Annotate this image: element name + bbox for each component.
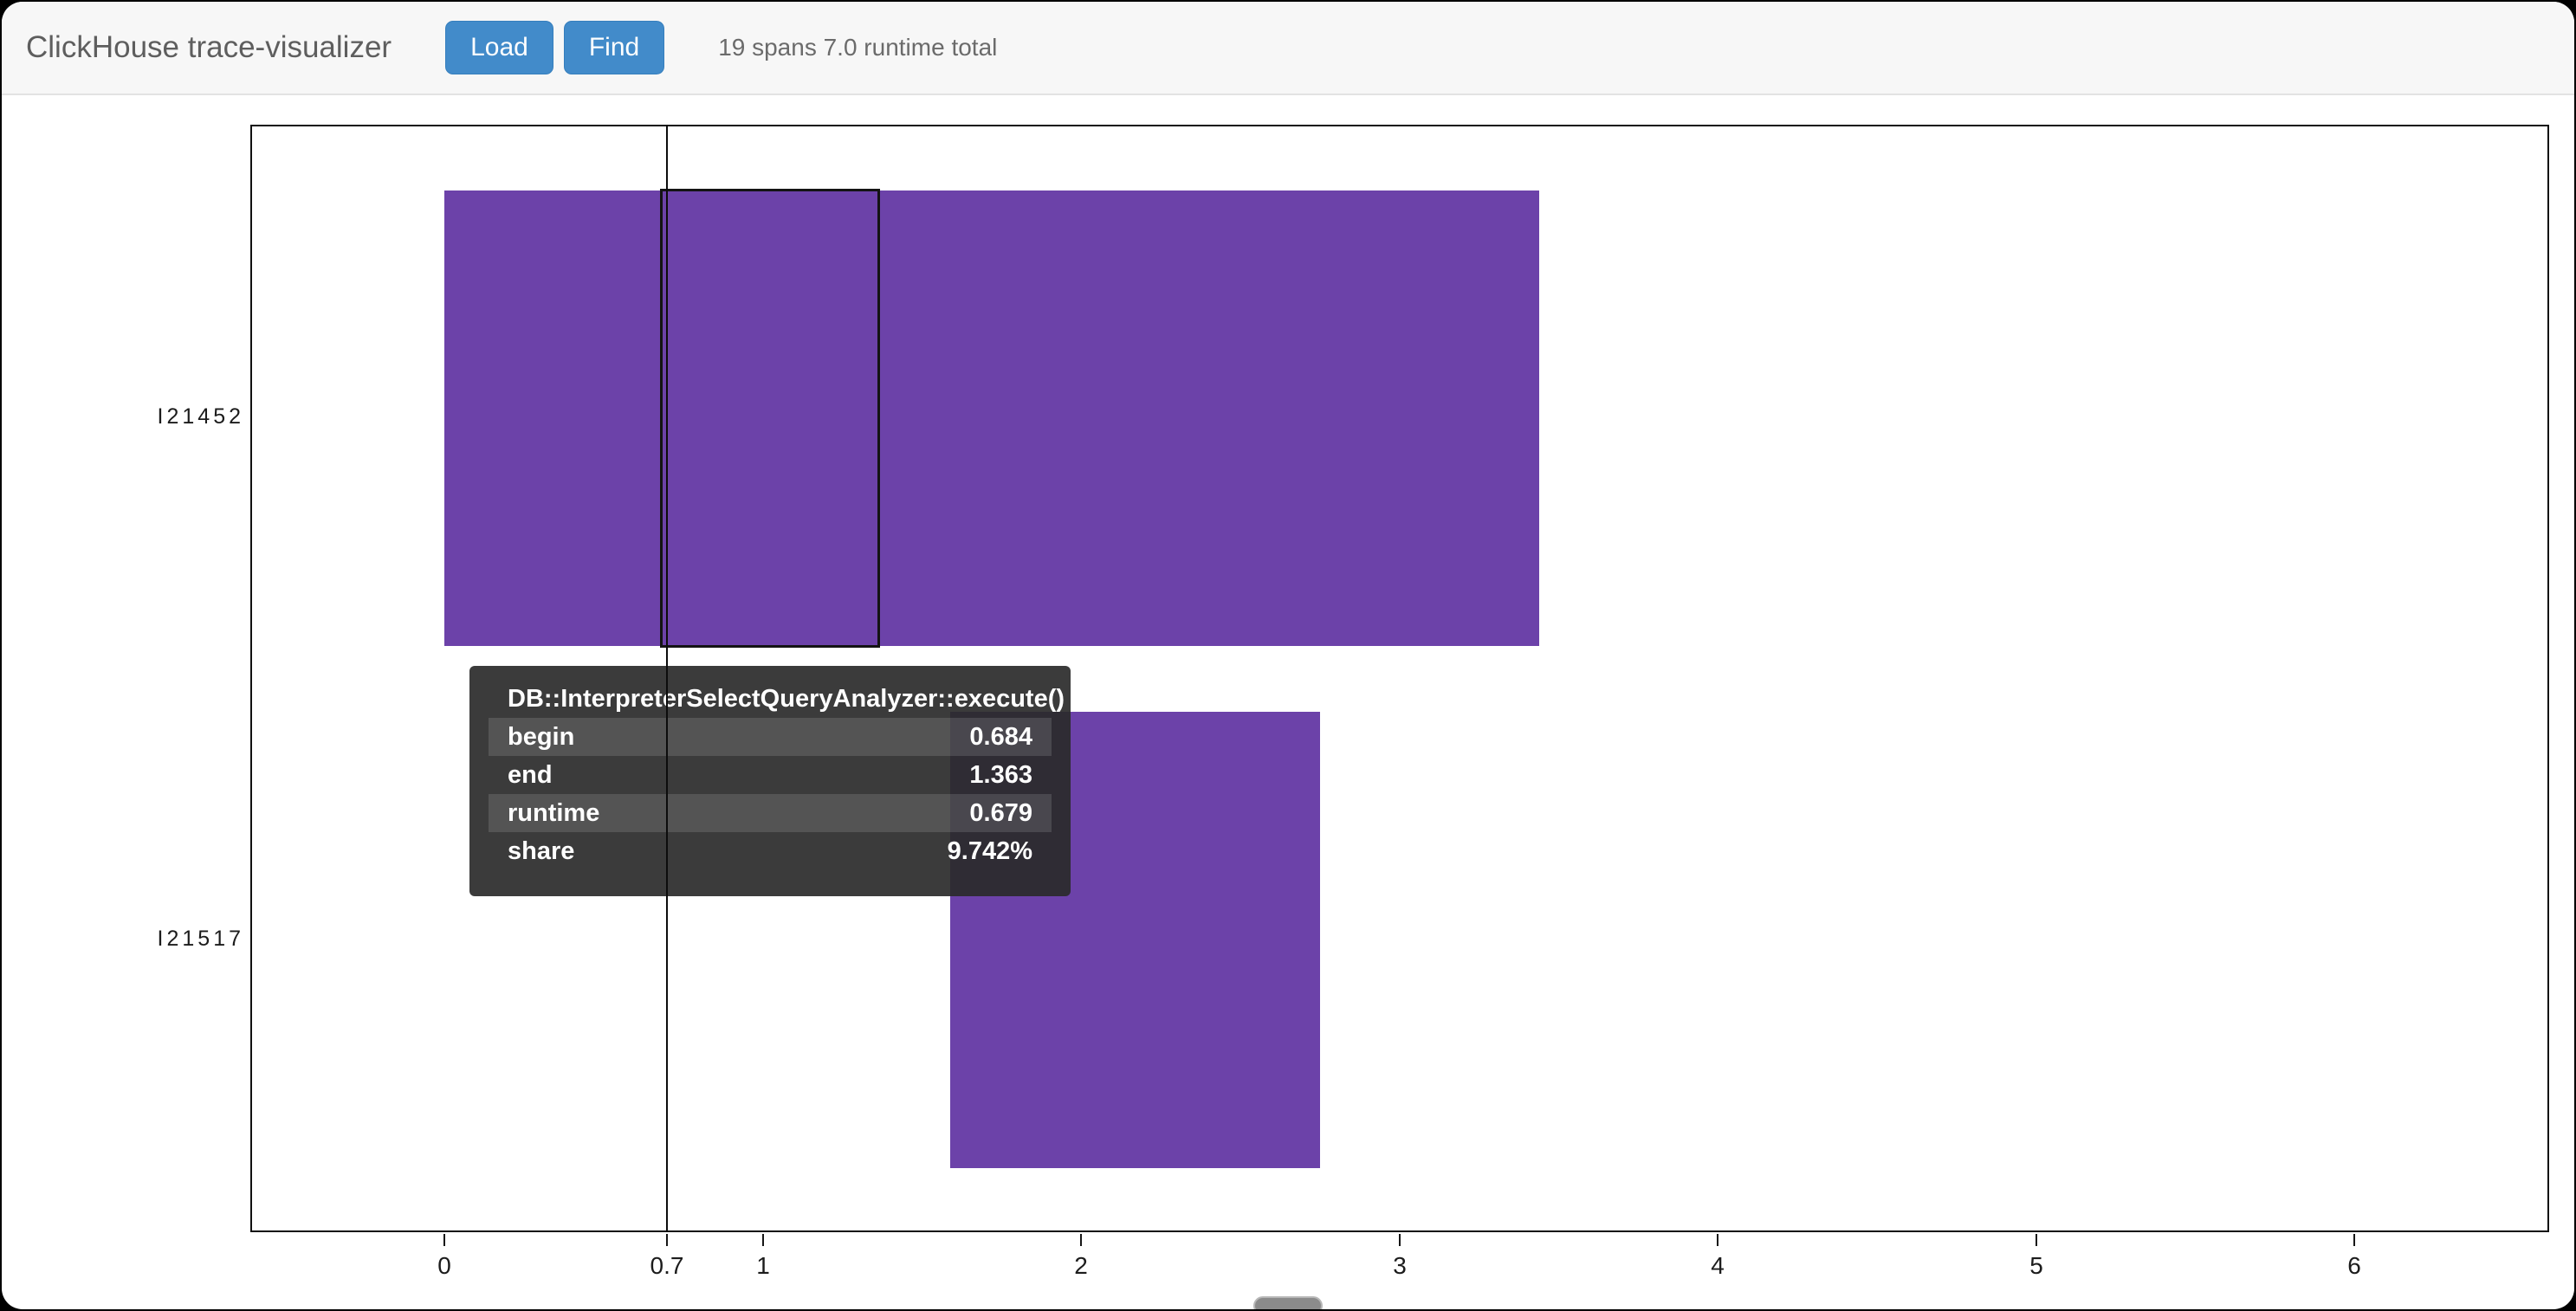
x-axis-tick xyxy=(762,1234,764,1246)
x-axis-tick-label: 2 xyxy=(1042,1252,1120,1280)
tooltip-row: end 1.363 xyxy=(489,756,1052,794)
load-button[interactable]: Load xyxy=(445,21,553,74)
x-axis-tick xyxy=(1717,1234,1718,1246)
tooltip-row-label: end xyxy=(508,761,553,790)
app-window: ClickHouse trace-visualizer Load Find 19… xyxy=(2,2,2574,1309)
hovered-span-outline xyxy=(660,189,880,648)
x-axis-tick xyxy=(1080,1234,1082,1246)
toolbar: Load Find xyxy=(445,21,664,74)
y-axis-label: I21517 xyxy=(54,927,244,952)
y-axis-label: I21452 xyxy=(54,404,244,429)
x-axis-tick-label: 3 xyxy=(1361,1252,1439,1280)
tooltip-row: runtime 0.679 xyxy=(489,794,1052,832)
tooltip-row-value: 0.684 xyxy=(969,723,1032,752)
tooltip-rows: begin 0.684 end 1.363 runtime 0.679 share 9.742… xyxy=(469,718,1071,870)
app-header: ClickHouse trace-visualizer Load Find 19… xyxy=(2,2,2574,95)
x-axis-tick xyxy=(2036,1234,2037,1246)
tooltip-row: begin 0.684 xyxy=(489,718,1052,756)
x-axis-tick-label: 0.7 xyxy=(628,1252,706,1280)
page-title: ClickHouse trace-visualizer xyxy=(26,30,392,65)
tooltip-row-value: 9.742% xyxy=(948,837,1032,866)
tooltip-row-value: 1.363 xyxy=(969,761,1032,790)
x-axis-tick xyxy=(666,1234,668,1246)
x-axis-tick-label: 5 xyxy=(1997,1252,2075,1280)
x-axis-tick xyxy=(2353,1234,2355,1246)
x-axis-tick xyxy=(443,1234,445,1246)
tooltip-title: DB::InterpreterSelectQueryAnalyzer::exec… xyxy=(508,680,1071,718)
x-axis-tick xyxy=(1399,1234,1401,1246)
trace-chart: DB::InterpreterSelectQueryAnalyzer::exec… xyxy=(2,95,2574,1309)
trace-summary-text: 19 spans 7.0 runtime total xyxy=(718,34,997,61)
x-axis-tick-label: 1 xyxy=(724,1252,802,1280)
horizontal-scrollbar-thumb[interactable] xyxy=(1253,1296,1323,1309)
span-tooltip: DB::InterpreterSelectQueryAnalyzer::exec… xyxy=(469,666,1071,896)
find-button[interactable]: Find xyxy=(564,21,664,74)
tooltip-row: share 9.742% xyxy=(489,832,1052,870)
tooltip-row-value: 0.679 xyxy=(969,799,1032,828)
tooltip-row-label: share xyxy=(508,837,574,866)
cursor-crosshair-line xyxy=(666,125,668,1232)
tooltip-row-label: runtime xyxy=(508,799,599,828)
tooltip-row-label: begin xyxy=(508,723,574,752)
x-axis-tick-label: 0 xyxy=(405,1252,483,1280)
x-axis-tick-label: 6 xyxy=(2315,1252,2393,1280)
span-bar[interactable] xyxy=(444,191,1539,646)
x-axis-tick-label: 4 xyxy=(1679,1252,1757,1280)
